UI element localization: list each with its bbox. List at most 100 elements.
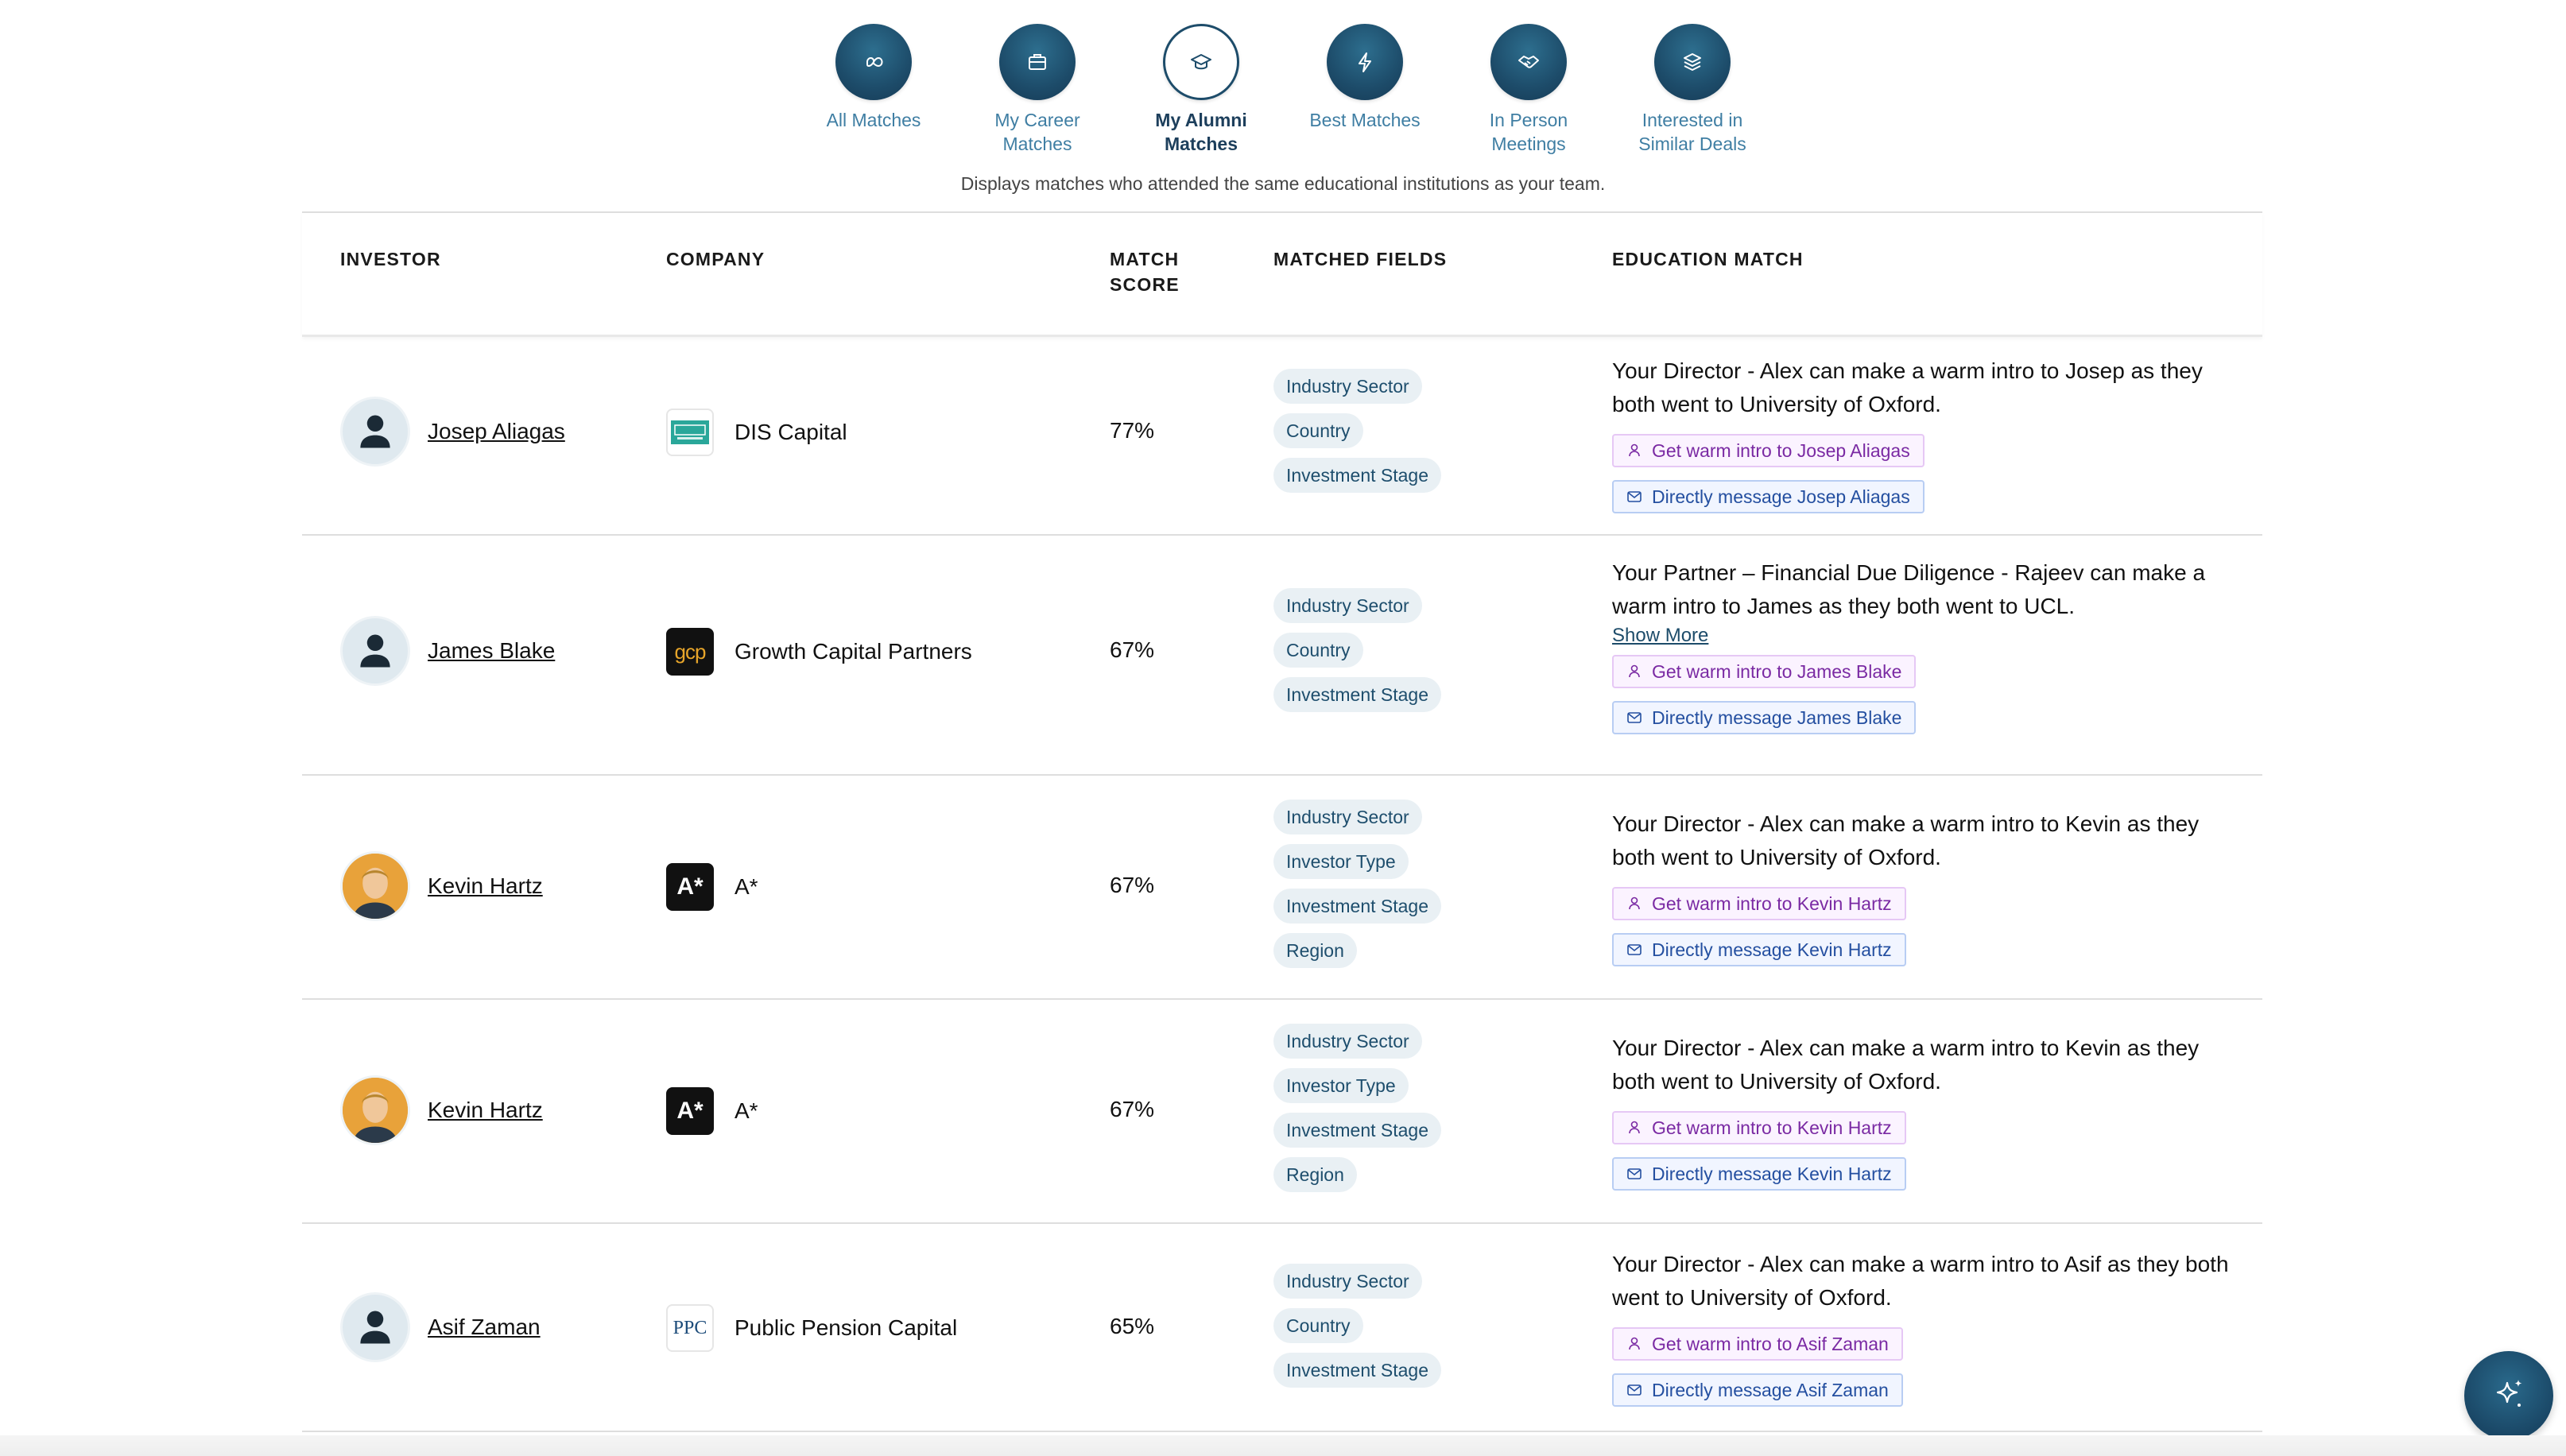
user-icon [1629,1121,1640,1134]
direct-message-button[interactable]: Directly message Josep Aliagas [1612,480,1924,513]
investor-photo [343,1078,408,1143]
field-chip: Industry Sector [1273,800,1422,834]
matched-fields: Industry Sector Investor Type Investment… [1273,1024,1441,1192]
tab-alumni-matches[interactable]: My Alumni Matches [1119,24,1283,156]
header-matched-fields[interactable]: MATCHED FIELDS [1273,246,1447,272]
education-match: Your Director - Alex can make a warm int… [1612,1032,2232,1191]
score-cell: 65% [1110,1314,1154,1339]
user-icon [1629,443,1640,457]
field-chip: Investor Type [1273,1068,1409,1103]
match-score: 67% [1110,637,1155,662]
investor-photo [343,854,408,919]
warm-intro-button[interactable]: Get warm intro to Kevin Hartz [1612,887,1906,920]
matched-fields: Industry Sector Investor Type Investment… [1273,800,1441,968]
direct-message-button[interactable]: Directly message Asif Zaman [1612,1373,1903,1407]
field-chip: Investment Stage [1273,1113,1441,1148]
avatar [340,1075,410,1145]
direct-message-label: Directly message James Blake [1652,707,1902,728]
header-investor[interactable]: INVESTOR [340,246,441,272]
table-row: James Blake gcp Growth Capital Partners … [302,536,2262,776]
tab-label: All Matches [826,110,921,130]
investor-name-link[interactable]: James Blake [428,638,555,664]
person-placeholder-icon [360,634,390,668]
person-placeholder-icon [360,415,390,448]
warm-intro-label: Get warm intro to Kevin Hartz [1652,893,1892,914]
education-match: Your Partner – Financial Due Diligence -… [1612,556,2232,734]
field-chip: Investment Stage [1273,1353,1441,1388]
warm-intro-button[interactable]: Get warm intro to Asif Zaman [1612,1327,1903,1361]
direct-message-label: Directly message Kevin Hartz [1652,1163,1892,1184]
investor-name-link[interactable]: Kevin Hartz [428,873,543,899]
education-text: Your Director - Alex can make a warm int… [1612,1036,2200,1094]
avatar [340,397,410,467]
tab-best-matches[interactable]: Best Matches [1283,24,1447,156]
user-icon [1629,1337,1640,1350]
briefcase-icon [1029,54,1046,70]
field-chip: Region [1273,1157,1357,1192]
field-chip: Industry Sector [1273,588,1422,623]
field-chip: Industry Sector [1273,1264,1422,1299]
education-text: Your Director - Alex can make a warm int… [1612,358,2203,416]
direct-message-button[interactable]: Directly message Kevin Hartz [1612,933,1906,966]
investor-cell: Kevin Hartz [340,851,543,921]
tab-career-matches[interactable]: My Career Matches [955,24,1119,156]
tab-similar-deals[interactable]: Interested in Similar Deals [1611,24,1774,156]
direct-message-button[interactable]: Directly message Kevin Hartz [1612,1157,1906,1191]
header-match-score[interactable]: MATCH SCORE [1110,246,1180,297]
tab-circle [1163,24,1239,100]
match-type-tabs: All Matches My Career Matches My Alumni … [0,24,2566,156]
match-score: 67% [1110,873,1155,897]
warm-intro-button[interactable]: Get warm intro to Josep Aliagas [1612,434,1924,467]
a-star-logo-text: A* [676,1098,704,1124]
tab-circle [835,24,912,100]
avatar [340,616,410,686]
field-chip: Country [1273,633,1363,668]
sparkle-icon [2496,1380,2522,1407]
match-score: 77% [1110,418,1155,443]
company-cell: A* A* [666,1087,758,1135]
investor-cell: Kevin Hartz [340,1075,543,1145]
tab-circle [1327,24,1403,100]
ppc-logo: PPC [666,1304,714,1352]
show-more-link[interactable]: Show More [1612,625,2232,647]
direct-message-label: Directly message Josep Aliagas [1652,486,1910,507]
person-placeholder-icon [360,1311,390,1344]
company-name: A* [735,874,758,899]
user-icon [1629,664,1640,678]
direct-message-button[interactable]: Directly message James Blake [1612,701,1917,734]
lightning-icon [1359,52,1371,72]
company-cell: DIS Capital [666,409,847,456]
graduation-cap-icon [1191,54,1211,70]
field-chip: Country [1273,1308,1363,1343]
direct-message-label: Directly message Kevin Hartz [1652,939,1892,960]
investor-name-link[interactable]: Kevin Hartz [428,1098,543,1123]
tab-in-person-meetings[interactable]: In Person Meetings [1447,24,1611,156]
tab-label: In Person Meetings [1489,110,1568,154]
ai-assistant-button[interactable] [2464,1351,2553,1440]
table-row: Kevin Hartz A* A* 67% Industry Sector In… [302,776,2262,1000]
matched-fields: Industry Sector Country Investment Stage [1273,588,1441,712]
table-row: Josep Aliagas DIS Capital 77% Industry S… [302,337,2262,536]
table-header: INVESTOR COMPANY MATCH SCORE MATCHED FIE… [302,211,2262,337]
a-star-logo: A* [666,863,714,911]
education-text: Your Director - Alex can make a warm int… [1612,1252,2229,1310]
field-chip: Industry Sector [1273,369,1422,404]
direct-message-label: Directly message Asif Zaman [1652,1379,1889,1400]
tab-all-matches[interactable]: All Matches [792,24,955,156]
user-icon [1629,896,1640,910]
tab-label: Interested in Similar Deals [1638,110,1746,154]
investor-name-link[interactable]: Asif Zaman [428,1315,541,1340]
investor-name-link[interactable]: Josep Aliagas [428,419,565,444]
education-text: Your Director - Alex can make a warm int… [1612,811,2200,869]
field-chip: Investment Stage [1273,458,1441,493]
warm-intro-label: Get warm intro to Asif Zaman [1652,1333,1889,1354]
warm-intro-label: Get warm intro to James Blake [1652,660,1902,682]
header-company[interactable]: COMPANY [666,246,765,272]
gcp-logo-text: gcp [674,639,707,664]
warm-intro-button[interactable]: Get warm intro to Kevin Hartz [1612,1111,1906,1144]
header-education-match[interactable]: EDUCATION MATCH [1612,246,1804,272]
handshake-icon [1518,56,1539,68]
dis-capital-logo [666,409,714,456]
warm-intro-button[interactable]: Get warm intro to James Blake [1612,655,1917,688]
company-name: Public Pension Capital [735,1315,958,1340]
